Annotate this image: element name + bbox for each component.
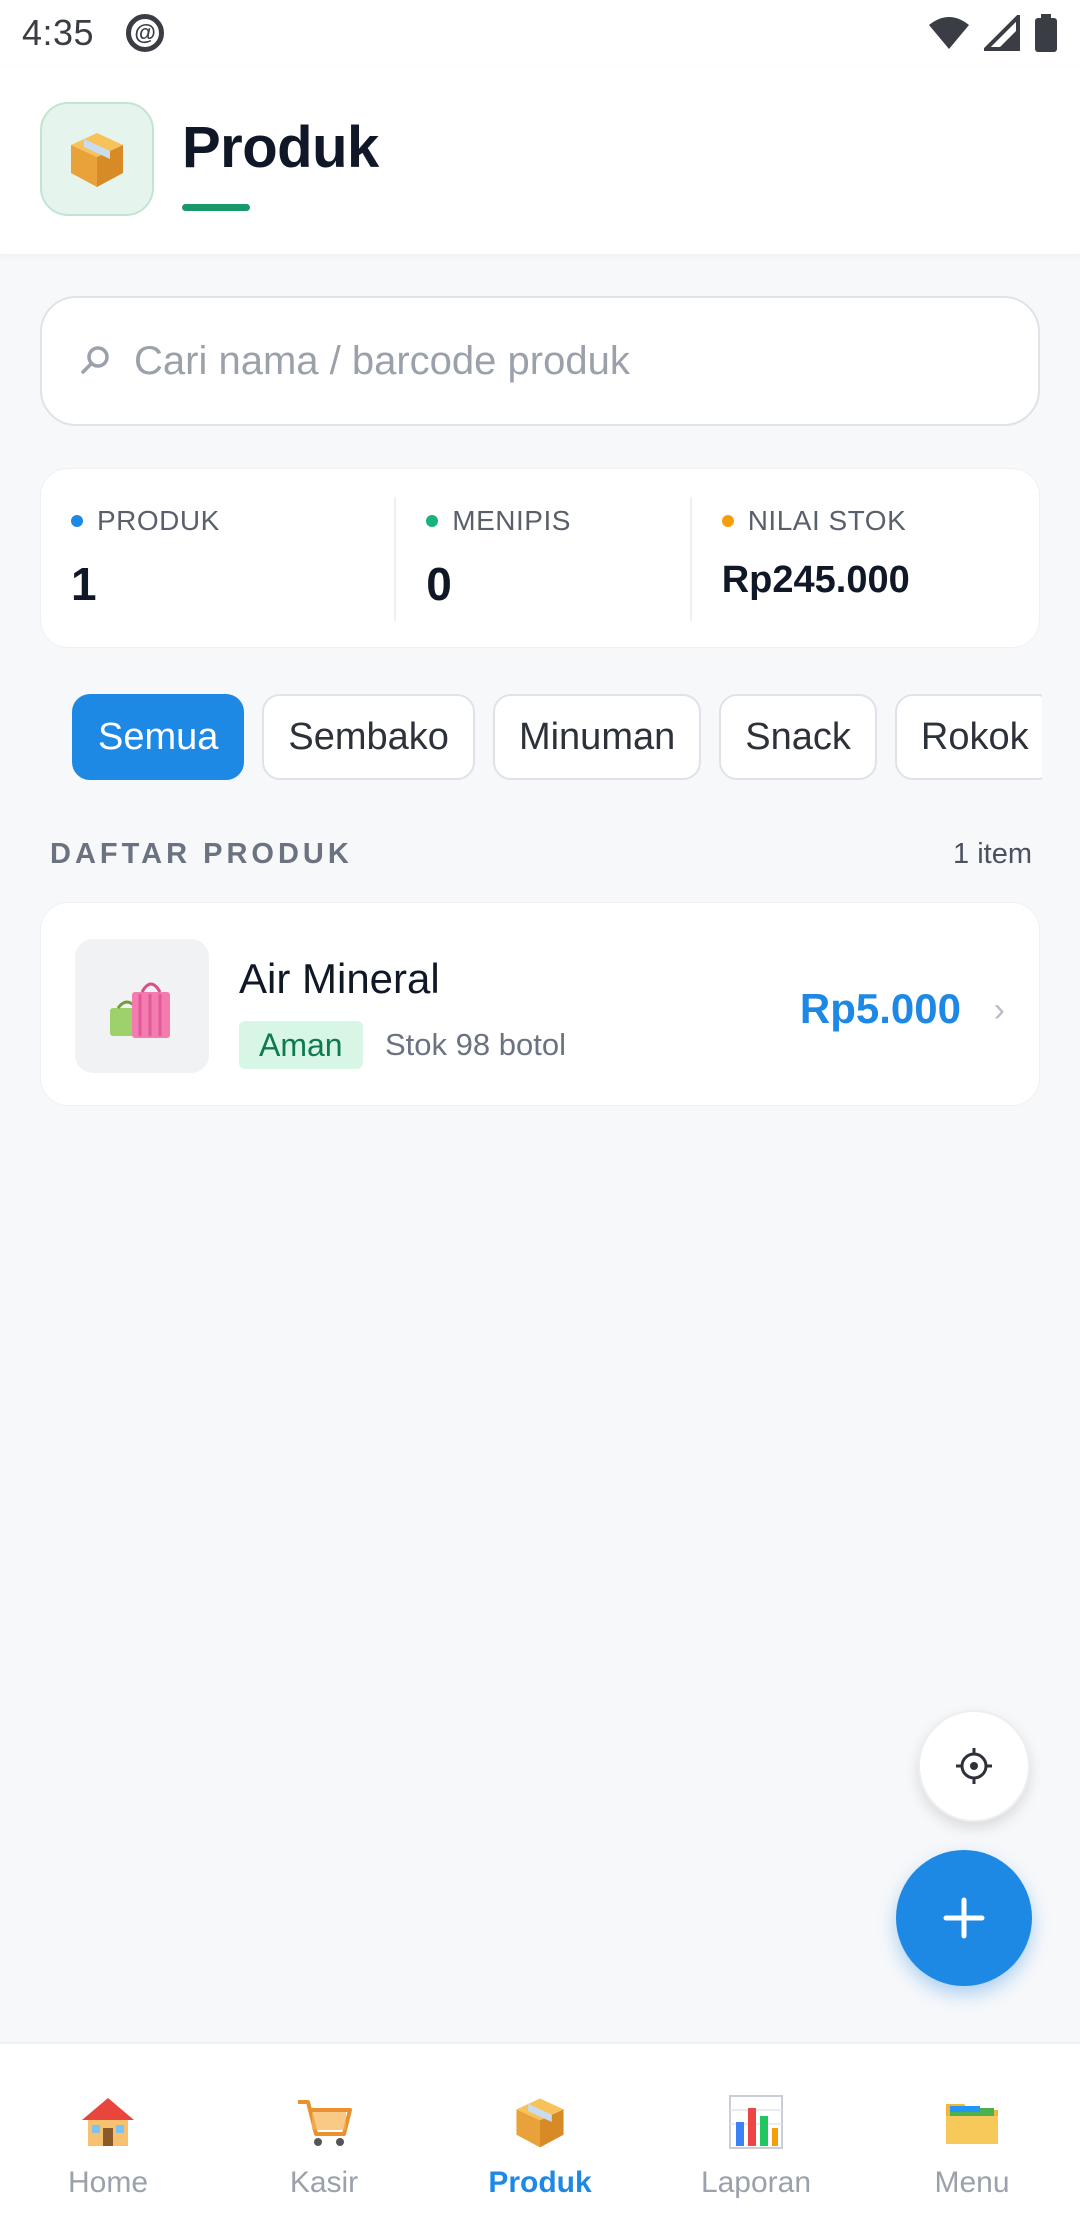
nav-label: Produk bbox=[488, 2166, 592, 2199]
chip-rokok[interactable]: Rokok bbox=[894, 694, 1042, 780]
wifi-icon bbox=[929, 17, 969, 49]
stat-value: Rp245.000 bbox=[721, 559, 910, 601]
signal-icon bbox=[984, 15, 1020, 51]
nav-label: Laporan bbox=[700, 2166, 812, 2199]
nav-item-laporan[interactable]: Laporan bbox=[648, 2044, 864, 2220]
stat-value: 0 bbox=[426, 558, 452, 610]
add-product-button[interactable] bbox=[896, 1850, 1032, 1986]
shopping-cart-icon bbox=[292, 2090, 356, 2154]
stock-status-badge: Aman bbox=[239, 1021, 363, 1069]
plus-icon bbox=[943, 1897, 985, 1939]
status-icons bbox=[928, 14, 1058, 52]
at-sign-icon: @ bbox=[126, 14, 165, 52]
package-box-icon bbox=[40, 102, 154, 216]
stat-label: PRODUK bbox=[97, 505, 220, 536]
stat-label: NILAI STOK bbox=[747, 505, 907, 536]
nav-label: Home bbox=[67, 2166, 149, 2199]
product-name: Air Mineral bbox=[239, 955, 440, 1002]
package-box-icon bbox=[508, 2090, 572, 2154]
shopping-bags-icon bbox=[75, 939, 209, 1073]
bar-chart-icon bbox=[724, 2090, 788, 2154]
search-input[interactable] bbox=[134, 338, 994, 384]
product-card[interactable]: Air Mineral Aman Stok 98 botol Rp5.000 › bbox=[40, 902, 1040, 1106]
stat-nilai-stok: NILAI STOK Rp245.000 bbox=[689, 497, 1039, 621]
stock-text: Stok 98 botol bbox=[385, 1027, 566, 1062]
stat-label: MENIPIS bbox=[452, 505, 571, 536]
bottom-nav: Home Kasir Produk Laporan Menu bbox=[0, 2042, 1080, 2220]
blue-dot-icon bbox=[71, 515, 83, 527]
nav-item-kasir[interactable]: Kasir bbox=[216, 2044, 432, 2220]
nav-item-produk[interactable]: Produk bbox=[432, 2044, 648, 2220]
status-bar: 4:35 @ bbox=[0, 0, 1080, 66]
nav-label: Kasir bbox=[289, 2166, 359, 2199]
search-icon bbox=[81, 346, 109, 374]
page-title: Produk bbox=[182, 115, 379, 180]
section-title: DAFTAR PRODUK bbox=[50, 838, 353, 870]
category-chips: Semua Sembako Minuman Snack Rokok bbox=[72, 694, 1042, 782]
chip-sembako[interactable]: Sembako bbox=[262, 694, 475, 780]
search-bar[interactable] bbox=[40, 296, 1040, 426]
stat-produk: PRODUK 1 bbox=[41, 469, 394, 647]
product-price: Rp5.000 bbox=[799, 985, 961, 1032]
orange-dot-icon bbox=[721, 515, 734, 527]
app-header: Produk bbox=[0, 66, 1080, 254]
battery-icon bbox=[1035, 14, 1057, 52]
chip-minuman[interactable]: Minuman bbox=[492, 694, 702, 780]
section-header: DAFTAR PRODUK 1 item bbox=[50, 838, 1032, 871]
nav-item-home[interactable]: Home bbox=[0, 2044, 216, 2220]
stat-value: 1 bbox=[71, 558, 97, 610]
target-icon bbox=[956, 1748, 992, 1784]
scan-button[interactable] bbox=[918, 1710, 1030, 1822]
chip-snack[interactable]: Snack bbox=[719, 694, 877, 780]
title-underline bbox=[182, 204, 250, 211]
item-count: 1 item bbox=[953, 838, 1032, 870]
green-dot-icon bbox=[426, 515, 439, 527]
nav-label: Menu bbox=[934, 2166, 1010, 2199]
status-time: 4:35 bbox=[22, 12, 95, 53]
folder-icon bbox=[940, 2090, 1004, 2154]
nav-item-menu[interactable]: Menu bbox=[864, 2044, 1080, 2220]
chevron-right-icon: › bbox=[993, 991, 1005, 1029]
stats-card: PRODUK 1 MENIPIS 0 NILAI STOK Rp245.000 bbox=[40, 468, 1040, 648]
stat-menipis: MENIPIS 0 bbox=[394, 497, 689, 621]
house-icon bbox=[76, 2090, 140, 2154]
chip-semua[interactable]: Semua bbox=[72, 694, 245, 780]
